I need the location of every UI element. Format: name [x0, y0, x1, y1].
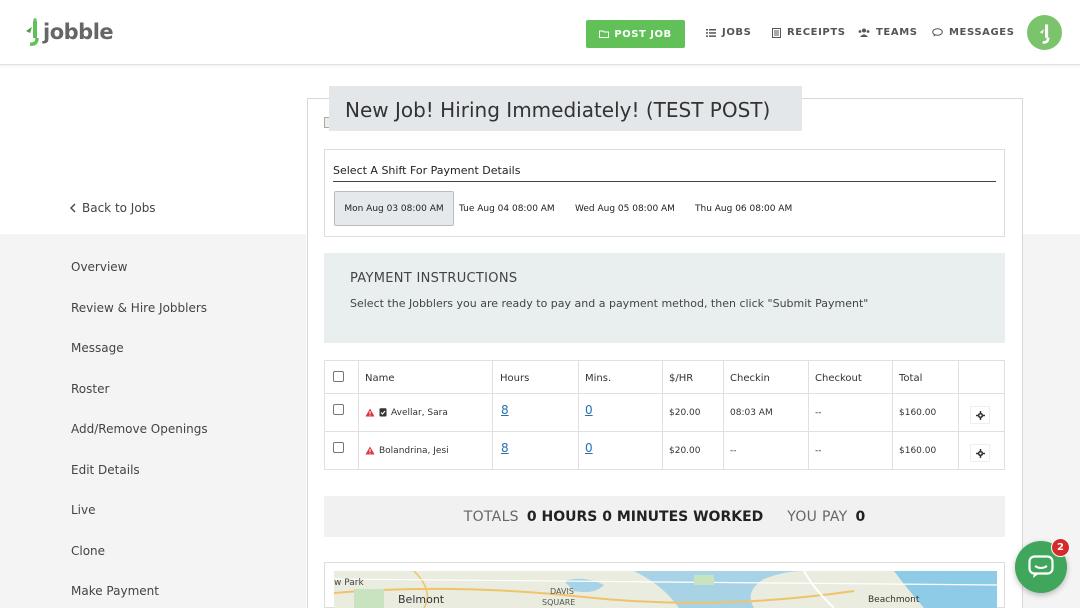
sidebar-item-add-remove-openings[interactable]: Add/Remove Openings	[71, 422, 208, 436]
post-job-label: POST JOB	[614, 28, 672, 40]
sidebar-item-clone[interactable]: Clone	[71, 544, 105, 558]
sidebar-item-overview[interactable]: Overview	[71, 260, 128, 274]
list-icon	[706, 28, 716, 37]
table-col-divider	[662, 361, 663, 469]
table-col-divider	[578, 361, 579, 469]
sidebar-item-message[interactable]: Message	[71, 341, 124, 355]
warning-icon	[365, 446, 375, 455]
chat-unread-badge: 2	[1051, 538, 1070, 557]
logo-text: jobble	[43, 20, 114, 44]
map-label: SQUARE	[542, 598, 575, 607]
map-label: w Park	[334, 578, 364, 588]
map-label: Beachmont	[868, 595, 920, 605]
post-job-button[interactable]: POST JOB	[586, 20, 685, 48]
checkin-time: 08:03 AM	[730, 408, 773, 418]
table-col-divider	[892, 361, 893, 469]
nav-teams[interactable]: TEAMS	[858, 27, 918, 38]
gear-icon	[975, 410, 985, 420]
back-to-jobs-link[interactable]: Back to Jobs	[70, 201, 156, 215]
shift-divider	[333, 181, 996, 182]
totals-bar: TOTALS 0 HOURS 0 MINUTES WORKED YOU PAY …	[324, 496, 1005, 537]
jobbler-name[interactable]: Bolandrina, Jesi	[379, 446, 449, 456]
row-checkbox[interactable]	[333, 442, 344, 453]
table-col-divider	[958, 361, 959, 469]
checkout-time: --	[815, 408, 822, 418]
nav-messages-label: MESSAGES	[949, 27, 1015, 38]
nav-receipts-label: RECEIPTS	[787, 27, 846, 38]
table-col-divider	[358, 361, 359, 469]
column-header-checkout: Checkout	[815, 373, 862, 384]
chevron-left-icon	[70, 203, 76, 213]
nav-jobs-label: JOBS	[722, 27, 752, 38]
sidebar-item-roster[interactable]: Roster	[71, 382, 109, 396]
sidebar-item-make-payment[interactable]: Make Payment	[71, 584, 159, 598]
chat-icon	[932, 28, 943, 37]
back-to-jobs-label: Back to Jobs	[82, 201, 156, 215]
people-icon	[858, 28, 870, 37]
payment-table: Name Hours Mins. $/HR Checkin Checkout T…	[324, 360, 1005, 470]
row-total: $160.00	[899, 408, 937, 418]
user-avatar[interactable]	[1027, 15, 1062, 50]
location-map[interactable]: w Park Belmont DAVIS SQUARE Beachmont	[334, 571, 997, 608]
sidebar-item-live[interactable]: Live	[71, 503, 96, 517]
select-all-checkbox[interactable]	[333, 371, 344, 382]
sidebar-background	[0, 234, 306, 608]
map-label: DAVIS	[550, 587, 574, 596]
column-header-checkin: Checkin	[730, 373, 770, 384]
gear-icon	[975, 448, 985, 458]
shift-tab-mon[interactable]: Mon Aug 03 08:00 AM	[334, 191, 454, 226]
hours-link[interactable]: 8	[501, 403, 509, 417]
checkin-time: --	[730, 446, 737, 456]
row-settings-button[interactable]	[970, 444, 990, 462]
table-row-divider	[325, 431, 1004, 432]
hourly-rate: $20.00	[669, 446, 701, 456]
column-header-mins: Mins.	[585, 373, 612, 384]
you-pay-label: YOU PAY	[787, 508, 848, 525]
row-checkbox[interactable]	[333, 404, 344, 415]
shift-tab-wed[interactable]: Wed Aug 05 08:00 AM	[575, 191, 675, 226]
table-col-divider	[492, 361, 493, 469]
sidebar-item-review-hire[interactable]: Review & Hire Jobblers	[71, 301, 207, 315]
jobble-logo[interactable]: jobble	[24, 16, 114, 48]
row-total: $160.00	[899, 446, 937, 456]
logo-mark-icon	[24, 18, 42, 46]
totals-worked: 0 HOURS 0 MINUTES WORKED	[526, 508, 764, 525]
column-header-hours: Hours	[500, 373, 530, 384]
sidebar-item-edit-details[interactable]: Edit Details	[71, 463, 140, 477]
mins-link[interactable]: 0	[585, 441, 593, 455]
payment-instructions-heading: PAYMENT INSTRUCTIONS	[350, 271, 518, 286]
checkout-time: --	[815, 446, 822, 456]
top-header: jobble POST JOB JOBS RECEIPTS TEAMS MESS…	[0, 0, 1080, 65]
nav-receipts[interactable]: RECEIPTS	[772, 27, 846, 38]
nav-teams-label: TEAMS	[876, 27, 918, 38]
receipt-icon	[772, 27, 781, 38]
table-col-divider	[808, 361, 809, 469]
column-header-name: Name	[365, 373, 395, 384]
warning-icon	[365, 408, 375, 417]
shift-tab-tue[interactable]: Tue Aug 04 08:00 AM	[459, 191, 555, 226]
avatar-logo-icon	[1039, 23, 1049, 44]
nav-jobs[interactable]: JOBS	[706, 27, 751, 38]
payment-instructions-text: Select the Jobblers you are ready to pay…	[350, 297, 869, 310]
you-pay-value: 0	[855, 508, 866, 525]
table-col-divider	[723, 361, 724, 469]
table-header-divider	[325, 393, 1004, 394]
chat-bubble-icon	[1028, 555, 1054, 578]
nav-messages[interactable]: MESSAGES	[932, 27, 1015, 38]
shift-tab-thu[interactable]: Thu Aug 06 08:00 AM	[695, 191, 792, 226]
folder-icon	[599, 30, 610, 38]
hourly-rate: $20.00	[669, 408, 701, 418]
totals-label: TOTALS	[463, 508, 519, 525]
clipboard-check-icon	[379, 408, 387, 417]
shift-selector-heading: Select A Shift For Payment Details	[333, 164, 521, 177]
row-settings-button[interactable]	[970, 406, 990, 424]
map-graphic: w Park Belmont DAVIS SQUARE Beachmont	[334, 571, 997, 608]
hours-link[interactable]: 8	[501, 441, 509, 455]
map-label: Belmont	[398, 593, 445, 606]
job-title: New Job! Hiring Immediately! (TEST POST)	[329, 86, 802, 131]
mins-link[interactable]: 0	[585, 403, 593, 417]
jobbler-name[interactable]: Avellar, Sara	[391, 408, 448, 418]
column-header-rate: $/HR	[669, 373, 694, 384]
column-header-total: Total	[899, 373, 923, 384]
